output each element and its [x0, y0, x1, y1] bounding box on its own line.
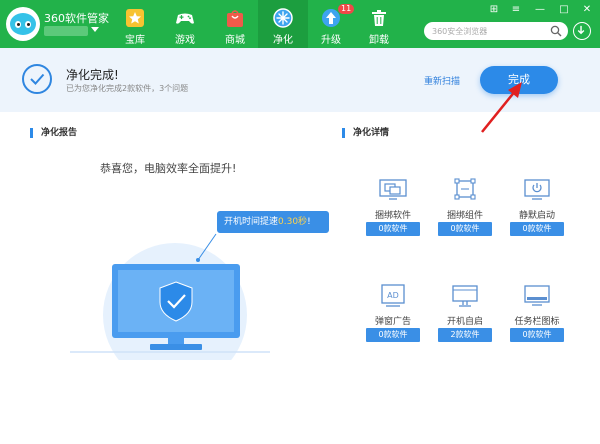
detail-item-taskbar-icon[interactable]: 任务栏图标 0款软件 — [502, 284, 572, 354]
username-blurred[interactable] — [44, 26, 88, 36]
search-box[interactable] — [424, 22, 568, 40]
shopping-bag-icon — [227, 10, 243, 27]
status-title: 净化完成! — [66, 68, 119, 82]
detail-label: 静默启动 — [518, 211, 555, 221]
update-count-badge: 11 — [338, 4, 355, 14]
tab-label: 商城 — [225, 35, 245, 46]
detail-label: 捆绑软件 — [374, 211, 411, 221]
detail-count: 2款软件 — [438, 328, 492, 342]
tab-uninstall[interactable]: 卸载 — [354, 0, 404, 48]
search-input[interactable] — [432, 24, 542, 38]
detail-label: 捆绑组件 — [446, 211, 483, 221]
details-section-header: 净化详情 — [342, 128, 389, 138]
tab-label: 宝库 — [125, 35, 145, 46]
popup-ad-icon: AD — [381, 284, 405, 307]
detail-label: 任务栏图标 — [514, 317, 560, 327]
close-icon[interactable]: ✕ — [580, 4, 594, 16]
bundled-software-icon — [379, 179, 407, 200]
taskbar-icon — [524, 285, 550, 306]
status-subtitle: 已为您净化完成2款软件，3个问题 — [66, 84, 189, 93]
detail-count: 0款软件 — [366, 222, 420, 236]
detail-count: 0款软件 — [366, 328, 420, 342]
tab-baoku[interactable]: 宝库 — [110, 0, 160, 48]
svg-text:AD: AD — [387, 291, 399, 300]
star-icon — [126, 9, 144, 27]
skin-icon[interactable]: ⊞ — [487, 4, 501, 16]
top-bar: 360软件管家 宝库 游戏 商城 净化 11 升级 卸载 ⊞ ≡ — □ ✕ — [0, 0, 600, 48]
annotation-arrow-icon — [481, 82, 522, 133]
boot-speedup-callout: 开机时间提速0.30秒! — [217, 211, 329, 233]
menu-icon[interactable]: ≡ — [509, 4, 523, 16]
app-title: 360软件管家 — [44, 12, 109, 25]
tab-label: 卸载 — [369, 35, 389, 46]
bundled-component-icon — [454, 178, 476, 200]
tab-games[interactable]: 游戏 — [160, 0, 210, 48]
check-circle-icon — [22, 64, 52, 94]
detail-label: 开机自启 — [446, 317, 483, 327]
tab-label: 升级 — [321, 35, 341, 46]
tab-label: 净化 — [273, 35, 293, 46]
tab-purify[interactable]: 净化 — [258, 0, 308, 48]
download-manager-button[interactable] — [573, 22, 591, 40]
detail-item-bundled-component[interactable]: 捆绑组件 0款软件 — [430, 178, 500, 248]
trash-icon — [372, 10, 386, 26]
detail-count: 0款软件 — [438, 222, 492, 236]
detail-label: 弹窗广告 — [374, 317, 411, 327]
search-icon[interactable] — [550, 25, 562, 37]
rescan-link[interactable]: 重新扫描 — [424, 74, 460, 87]
detail-item-popup-ad[interactable]: AD 弹窗广告 0款软件 — [358, 284, 428, 354]
tab-label: 游戏 — [175, 35, 195, 46]
purify-icon — [273, 8, 293, 28]
report-section-header: 净化报告 — [30, 128, 77, 138]
speedup-suffix: ! — [307, 217, 311, 227]
auto-start-icon — [452, 285, 478, 307]
detail-count: 0款软件 — [510, 222, 564, 236]
detail-item-silent-startup[interactable]: 静默启动 0款软件 — [502, 178, 572, 248]
chevron-down-icon[interactable] — [91, 27, 99, 32]
detail-item-bundled-software[interactable]: 捆绑软件 0款软件 — [358, 178, 428, 248]
tab-upgrade[interactable]: 11 升级 — [306, 0, 356, 48]
detail-count: 0款软件 — [510, 328, 564, 342]
app-logo-icon[interactable] — [6, 7, 40, 41]
detail-item-auto-start[interactable]: 开机自启 2款软件 — [430, 284, 500, 354]
maximize-icon[interactable]: □ — [557, 4, 571, 16]
gamepad-icon — [176, 13, 194, 24]
congrats-text: 恭喜您，电脑效率全面提升! — [100, 162, 237, 175]
download-arrow-icon — [577, 25, 585, 35]
speedup-prefix: 开机时间提速 — [224, 217, 279, 227]
tab-mall[interactable]: 商城 — [210, 0, 260, 48]
silent-startup-icon — [524, 179, 550, 200]
speedup-value: 0.30秒 — [278, 217, 308, 227]
minimize-icon[interactable]: — — [533, 4, 547, 16]
